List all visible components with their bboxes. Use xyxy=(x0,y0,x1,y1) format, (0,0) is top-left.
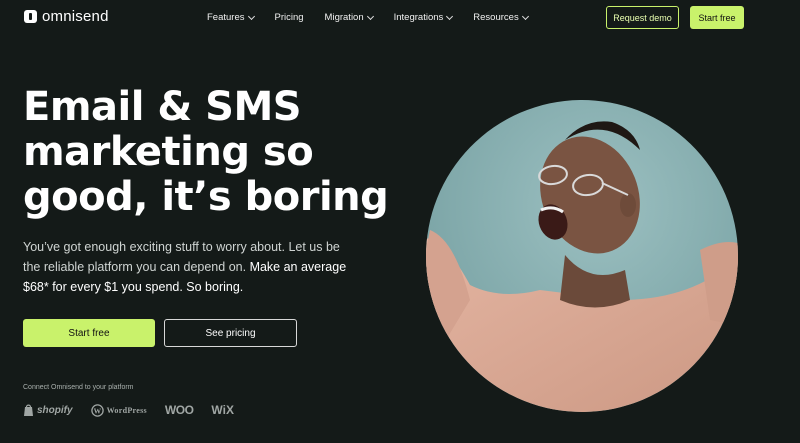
platform-name: WOO xyxy=(164,403,194,417)
brand-name: omnisend xyxy=(42,8,109,25)
connect-label: Connect Omnisend to your platform xyxy=(23,384,134,391)
chevron-down-icon xyxy=(366,12,374,20)
nav-item-integrations[interactable]: Integrations xyxy=(393,12,454,23)
chevron-down-icon xyxy=(521,12,529,20)
svg-text:W: W xyxy=(93,406,101,415)
platform-name: shopify xyxy=(37,404,73,416)
shopify-logo: shopify xyxy=(23,404,73,417)
headline-line: Email & SMS xyxy=(23,84,302,130)
see-pricing-button[interactable]: See pricing xyxy=(164,319,297,347)
nav-item-pricing[interactable]: Pricing xyxy=(275,12,304,23)
wix-logo: WiX xyxy=(211,403,234,417)
headline-line: good, it’s boring xyxy=(23,174,389,220)
nav-item-label: Migration xyxy=(324,12,364,23)
wordpress-icon: W xyxy=(90,403,104,417)
start-free-nav-button[interactable]: Start free xyxy=(690,6,744,29)
nav-item-resources[interactable]: Resources xyxy=(473,12,529,23)
request-demo-button[interactable]: Request demo xyxy=(606,6,679,29)
start-free-button[interactable]: Start free xyxy=(23,319,155,347)
nav-item-features[interactable]: Features xyxy=(207,12,255,23)
platform-name: WiX xyxy=(211,403,234,417)
nav-item-label: Features xyxy=(207,12,245,23)
hero-headline: Email & SMS marketing so good, it’s bori… xyxy=(23,85,423,220)
platform-logos: shopify W WordPress WOO WiX xyxy=(23,403,234,417)
hero-photo xyxy=(400,80,760,442)
hero-subtext: You’ve got enough exciting stuff to worr… xyxy=(23,237,353,297)
headline-line: marketing so xyxy=(23,129,314,175)
wordpress-logo: W WordPress xyxy=(90,403,147,417)
shopify-bag-icon xyxy=(24,404,33,416)
brand-logo[interactable]: omnisend xyxy=(24,8,109,25)
nav-item-label: Integrations xyxy=(393,12,444,23)
woo-logo: WOO xyxy=(165,403,194,417)
main-menu: Features Pricing Migration Integrations … xyxy=(207,12,549,23)
nav-item-migration[interactable]: Migration xyxy=(324,12,374,23)
omnisend-logo-icon xyxy=(24,10,37,23)
platform-name: WordPress xyxy=(106,405,147,415)
chevron-down-icon xyxy=(247,12,255,20)
nav-item-label: Resources xyxy=(473,12,519,23)
chevron-down-icon xyxy=(446,12,454,20)
top-nav: omnisend Features Pricing Migration Inte… xyxy=(0,0,800,36)
nav-item-label: Pricing xyxy=(274,12,304,23)
